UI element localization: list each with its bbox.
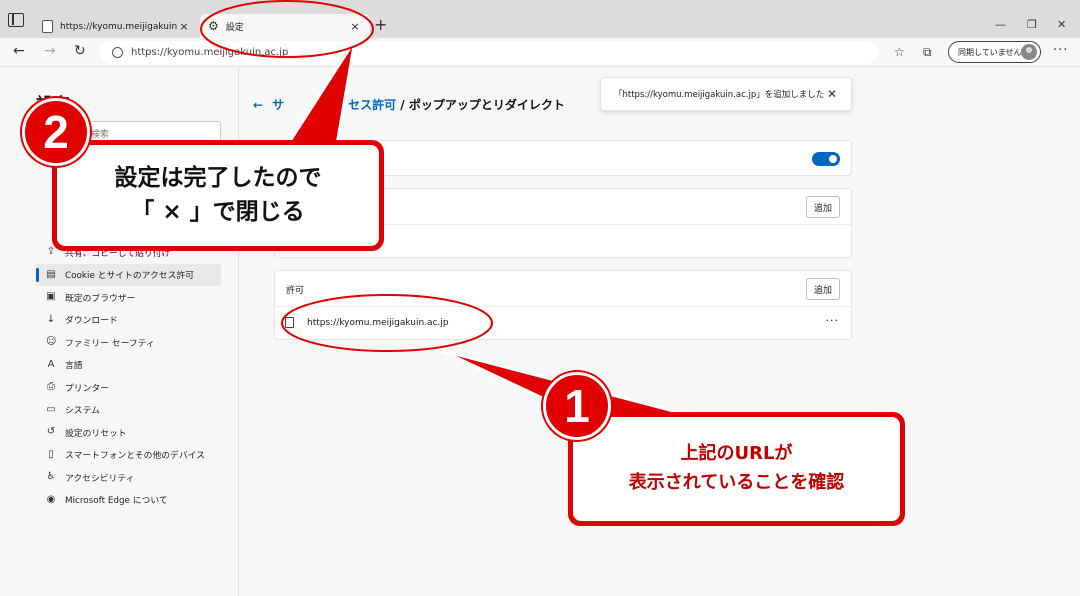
address-bar[interactable]: https://kyomu.meijigakuin.ac.jp	[100, 41, 878, 64]
sidebar-item[interactable]: ↺ 設定のリセット	[36, 421, 221, 444]
sidebar-item[interactable]: ⎙ プリンター	[36, 376, 221, 399]
tab-settings[interactable]: ⚙ 設定 ×	[200, 14, 370, 38]
step1-badge: 1	[543, 372, 611, 440]
sync-status: 同期していません	[958, 47, 1022, 57]
phone-icon: ▯	[48, 448, 54, 460]
step1-line1: 上記のURLが	[680, 443, 793, 465]
tab-title: 設定	[225, 22, 244, 33]
minimize-button[interactable]: —	[995, 18, 1006, 31]
block-toggle[interactable]	[812, 152, 840, 166]
forward-icon[interactable]: →	[44, 43, 56, 59]
sidebar-item-label: アクセシビリティ	[65, 473, 135, 484]
sidebar-item[interactable]: ▤ Cookie とサイトのアクセス許可	[36, 263, 221, 286]
browser-window: https://kyomu.meijigakuin.ac.jp × ⚙ 設定 ×…	[0, 0, 1080, 596]
added-notification: 「https://kyomu.meijigakuin.ac.jp」を追加しました…	[600, 77, 852, 111]
download-icon: ↓	[46, 313, 56, 325]
tab-title: https://kyomu.meijigakuin.ac.jp	[60, 21, 177, 32]
notification-close-icon[interactable]: ✕	[827, 87, 837, 101]
system-icon: ▭	[46, 403, 56, 415]
sidebar-item[interactable]: ♿ アクセシビリティ	[36, 466, 221, 489]
address-url: https://kyomu.meijigakuin.ac.jp	[131, 47, 289, 58]
sidebar-item[interactable]: ◉ Microsoft Edge について	[36, 489, 221, 512]
allow-section-card: 許可 追加 https://kyomu.meijigakuin.ac.jp ··…	[274, 270, 852, 340]
avatar	[1021, 44, 1037, 60]
language-icon: A	[47, 358, 55, 370]
step2-badge: 2	[22, 98, 90, 166]
allow-add-button[interactable]: 追加	[806, 278, 840, 300]
tab-kyomu[interactable]: https://kyomu.meijigakuin.ac.jp ×	[34, 15, 199, 38]
step2-callout: 設定は完了したので 「 × 」で閉じる	[52, 140, 384, 251]
tab-close-button[interactable]: ×	[177, 20, 191, 33]
share-icon: ⇪	[46, 246, 56, 258]
collections-icon[interactable]: ⧉	[923, 45, 932, 60]
browser-icon: ▣	[46, 291, 56, 303]
cookie-icon: ▤	[46, 268, 56, 280]
page-icon	[42, 20, 53, 33]
step2-line2: 「 × 」で閉じる	[131, 198, 305, 225]
back-arrow-icon[interactable]: ←	[253, 98, 263, 112]
sidebar-item[interactable]: A 言語	[36, 354, 221, 377]
file-icon	[285, 317, 294, 328]
printer-icon: ⎙	[47, 381, 55, 393]
gear-icon: ⚙	[208, 19, 219, 33]
page-title: / ポップアップとリダイレクト	[396, 98, 565, 112]
sidebar-item[interactable]: ▯ スマートフォンとその他のデバイス	[36, 444, 221, 467]
row-more-icon[interactable]: ···	[826, 314, 840, 327]
profile-button[interactable]: 同期していません	[948, 41, 1041, 63]
breadcrumb-parent-link[interactable]: サ	[272, 98, 284, 112]
allowed-site-url: https://kyomu.meijigakuin.ac.jp	[307, 317, 449, 328]
sidebar-item[interactable]: ☺ ファミリー セーフティ	[36, 331, 221, 354]
refresh-icon[interactable]: ↻	[74, 43, 86, 59]
maximize-button[interactable]: ❐	[1027, 18, 1037, 31]
toolbar: ← → ↻ https://kyomu.meijigakuin.ac.jp ☆ …	[0, 38, 1080, 67]
sidebar-item-label: プリンター	[65, 383, 109, 394]
sidebar-item[interactable]: ▣ 既定のブラウザー	[36, 286, 221, 309]
step1-callout: 上記のURLが 表示されていることを確認	[568, 412, 905, 526]
sidebar-item-label: 設定のリセット	[65, 428, 127, 439]
sidebar-item-label: ダウンロード	[65, 316, 118, 327]
family-icon: ☺	[46, 336, 57, 348]
tab-strip: https://kyomu.meijigakuin.ac.jp × ⚙ 設定 ×…	[0, 0, 1080, 38]
sidebar-item[interactable]: ↓ ダウンロード	[36, 309, 221, 332]
step2-line1: 設定は完了したので	[114, 165, 322, 192]
sidebar-item-label: Cookie とサイトのアクセス許可	[65, 271, 194, 282]
block-add-button[interactable]: 追加	[806, 196, 840, 218]
globe-icon	[112, 47, 123, 58]
breadcrumb: ← サ セス許可 / ポップアップとリダイレクト	[253, 96, 565, 113]
notification-message: 「https://kyomu.meijigakuin.ac.jp」を追加しました	[614, 90, 825, 100]
sidebar-item-label: システム	[65, 406, 100, 417]
sidebar-item-label: 言語	[65, 361, 83, 372]
step1-line2: 表示されていることを確認	[628, 472, 845, 493]
list-item: https://kyomu.meijigakuin.ac.jp	[285, 317, 449, 328]
reset-icon: ↺	[46, 426, 56, 438]
window-close-button[interactable]: ✕	[1057, 18, 1066, 31]
sidebar-nav: ⇪ 共有、コピーして貼り付け ▤ Cookie とサイトのアクセス許可 ▣ 既定のブラウザ…	[36, 241, 221, 511]
settings-tab-close-button[interactable]: ×	[348, 20, 362, 33]
accessibility-icon: ♿	[46, 471, 56, 483]
more-menu-icon[interactable]: ···	[1053, 43, 1068, 58]
sidebar-item[interactable]: ▭ システム	[36, 399, 221, 422]
sidebar-item-label: Microsoft Edge について	[65, 496, 168, 507]
edge-icon: ◉	[46, 493, 56, 505]
breadcrumb-parent-link-tail[interactable]: セス許可	[348, 98, 396, 112]
divider	[275, 306, 851, 307]
allow-section-title: 許可	[286, 286, 305, 296]
sidebar-item-label: スマートフォンとその他のデバイス	[65, 451, 205, 462]
sidebar-item-label: 既定のブラウザー	[65, 293, 136, 304]
new-tab-button[interactable]: +	[374, 15, 387, 34]
sidebar-item-label: ファミリー セーフティ	[65, 338, 155, 349]
workspaces-icon[interactable]	[8, 13, 24, 27]
favorites-icon[interactable]: ☆	[894, 45, 905, 59]
back-icon[interactable]: ←	[13, 43, 25, 59]
